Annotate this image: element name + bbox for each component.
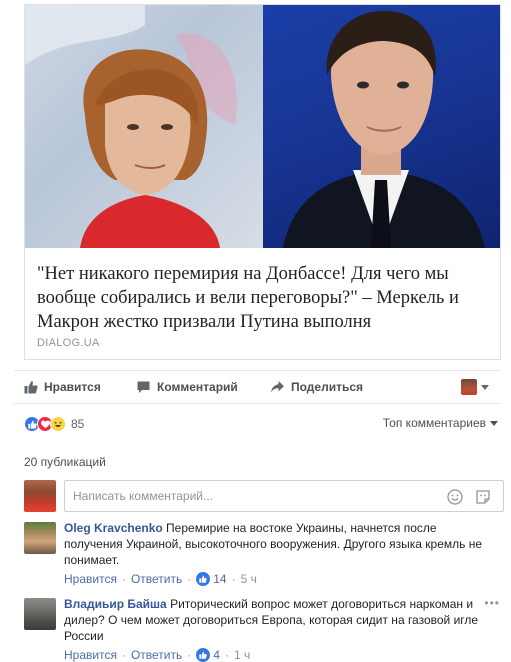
post-action-bar: Нравится Комментарий Поделиться bbox=[14, 370, 501, 404]
separator: · bbox=[231, 572, 236, 586]
separator: · bbox=[187, 648, 192, 662]
reaction-icons bbox=[24, 416, 66, 432]
man-portrait bbox=[283, 10, 485, 248]
link-preview-card[interactable]: "Нет никакого перемирия на Донбассе! Для… bbox=[24, 4, 501, 360]
comment-body: Oleg Kravchenko Перемирие на востоке Укр… bbox=[64, 520, 496, 568]
photo-left bbox=[25, 5, 263, 248]
reactions-summary[interactable]: 85 Топ комментариев bbox=[24, 413, 504, 435]
comments-count[interactable]: 20 публикаций bbox=[24, 455, 106, 469]
comment-reply-link[interactable]: Ответить bbox=[131, 648, 182, 662]
caret-down-icon bbox=[490, 420, 498, 426]
comment-sort-label: Топ комментариев bbox=[382, 416, 486, 430]
share-arrow-icon bbox=[271, 381, 284, 393]
commenter-avatar[interactable] bbox=[24, 598, 56, 630]
thumbs-up-icon bbox=[24, 381, 38, 394]
share-label: Поделиться bbox=[291, 380, 364, 394]
separator: · bbox=[121, 648, 126, 662]
comment-like-link[interactable]: Нравится bbox=[64, 648, 117, 662]
photo-right bbox=[263, 5, 500, 248]
user-avatar-icon bbox=[461, 379, 477, 395]
emoji-icon[interactable] bbox=[447, 489, 463, 510]
comment-reply-link[interactable]: Ответить bbox=[131, 572, 182, 586]
comment-icon bbox=[137, 381, 150, 393]
article-image[interactable] bbox=[25, 5, 500, 248]
comment-meta: Нравится · Ответить · 4 · 1 ч bbox=[64, 648, 250, 662]
like-count-icon bbox=[196, 572, 211, 586]
share-button[interactable]: Поделиться bbox=[270, 380, 363, 394]
current-user-avatar[interactable] bbox=[24, 480, 56, 512]
comment-input[interactable] bbox=[65, 481, 425, 511]
comment-item: Владиьир Байша Риторический вопрос может… bbox=[24, 596, 504, 662]
separator: · bbox=[121, 572, 126, 586]
reaction-count[interactable]: 85 bbox=[71, 417, 84, 431]
comment-label: Комментарий bbox=[157, 380, 238, 394]
caret-down-icon bbox=[481, 384, 489, 390]
comment-meta: Нравится · Ответить · 14 · 5 ч bbox=[64, 572, 257, 586]
commenter-avatar[interactable] bbox=[24, 522, 56, 554]
like-label: Нравится bbox=[44, 380, 101, 394]
comment-input-box[interactable] bbox=[64, 480, 504, 512]
woman-portrait bbox=[25, 5, 237, 248]
comment-composer bbox=[24, 478, 504, 512]
comment-time[interactable]: 5 ч bbox=[241, 572, 257, 586]
separator: · bbox=[224, 648, 229, 662]
article-source: DIALOG.UA bbox=[37, 337, 100, 349]
haha-reaction-icon bbox=[50, 416, 66, 432]
comment-item: Oleg Kravchenko Перемирие на востоке Укр… bbox=[24, 520, 504, 590]
comment-author[interactable]: Владиьир Байша bbox=[64, 597, 167, 611]
comment-like-count[interactable]: 4 bbox=[213, 648, 220, 662]
comment-body: Владиьир Байша Риторический вопрос может… bbox=[64, 596, 496, 644]
like-count-icon bbox=[196, 648, 211, 662]
comment-button[interactable]: Комментарий bbox=[136, 380, 238, 394]
article-headline[interactable]: "Нет никакого перемирия на Донбассе! Для… bbox=[25, 248, 500, 334]
separator: · bbox=[187, 572, 192, 586]
comment-sort-dropdown[interactable]: Топ комментариев bbox=[383, 416, 498, 430]
comment-like-link[interactable]: Нравится bbox=[64, 572, 117, 586]
post-as-selector[interactable] bbox=[461, 379, 489, 395]
comment-author[interactable]: Oleg Kravchenko bbox=[64, 521, 163, 535]
sticker-icon[interactable] bbox=[475, 489, 491, 510]
comment-time[interactable]: 1 ч bbox=[234, 648, 250, 662]
comment-like-count[interactable]: 14 bbox=[213, 572, 226, 586]
more-options-icon[interactable]: ••• bbox=[484, 596, 500, 610]
like-button[interactable]: Нравится bbox=[24, 380, 101, 394]
